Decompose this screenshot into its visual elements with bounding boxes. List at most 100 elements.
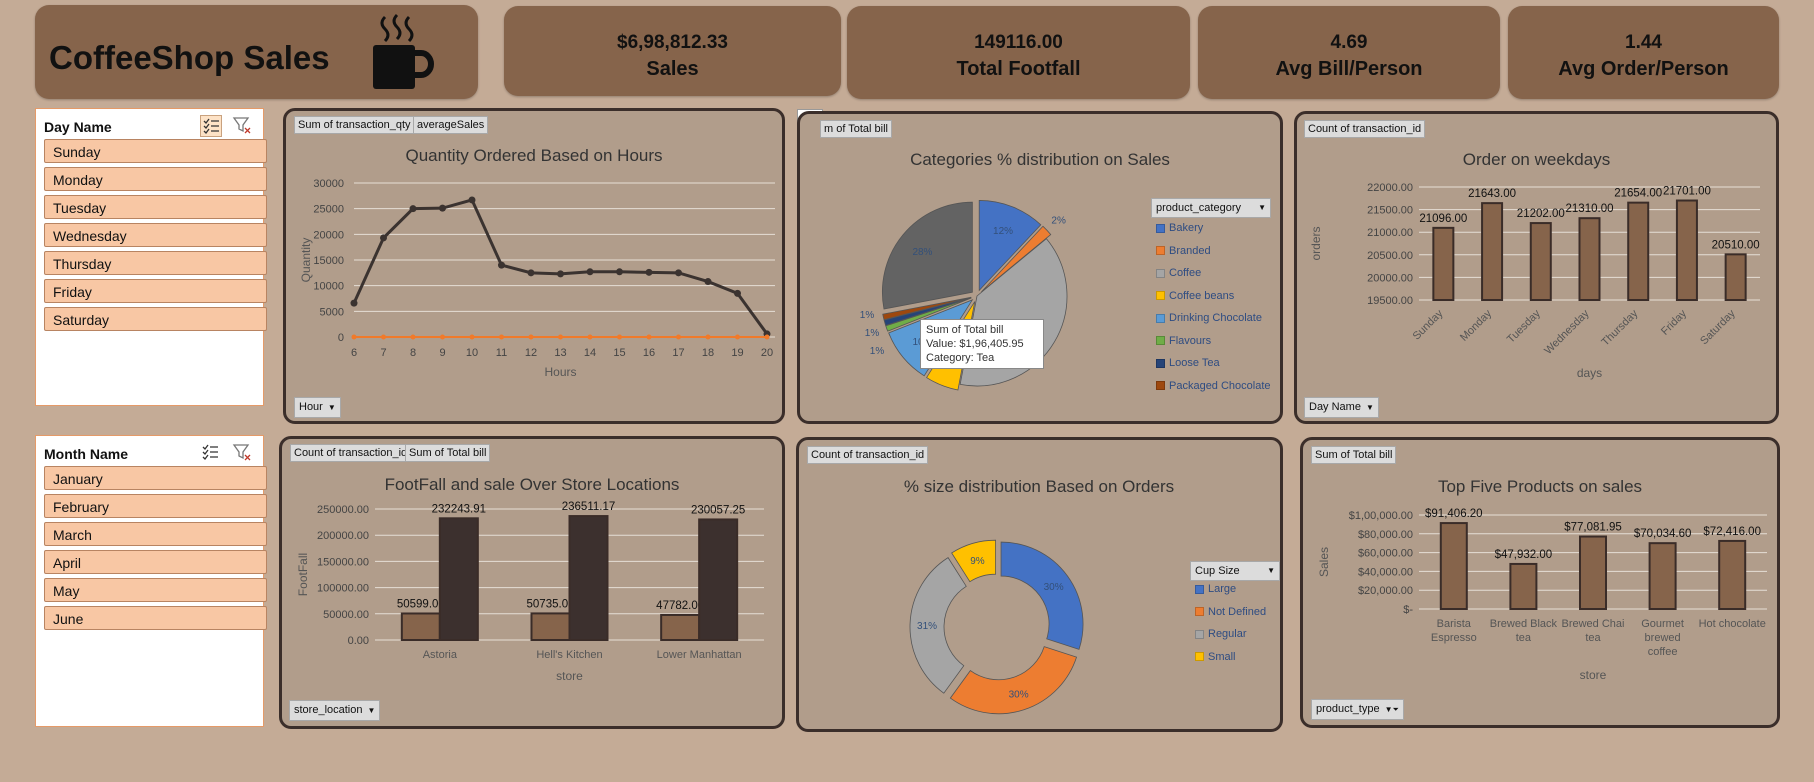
legend-label: Coffee [1169,267,1202,279]
legend-item[interactable]: Small [1195,651,1236,663]
bar-data-label: $91,406.20 [1425,508,1483,520]
month-slicer: Month Name January February March April May J… [35,435,267,727]
x-tick-label: 15 [613,347,625,359]
legend-label: Coffee beans [1169,289,1235,302]
y-tick-label: 0.00 [348,635,369,647]
x-tick-label: 13 [554,347,566,359]
x-tick-label: 6 [351,347,357,359]
bar [1718,539,1747,610]
y-tick-label: $40,000.00 [1358,566,1413,578]
bar-data-label: 20510.00 [1712,239,1760,251]
data-point [704,278,712,286]
month-slicer-item[interactable]: February [44,494,267,518]
y-tick-label: $1,00,000.00 [1349,510,1413,522]
legend-item[interactable]: Regular [1195,628,1247,640]
weekdays-bar-chart: 19500.00 20000.00 20500.00 21000.00 21500.00… [1309,182,1760,380]
y-tick-label: 20500.00 [1367,250,1413,262]
pie-data-label: 28% [912,247,932,258]
categories-pie-chart: 12%2%39%6%10%1%1%1%28% [860,200,1068,391]
products-bar-chart: $- $20,000.00 $40,000.00 $60,000.00 $80,000.… [1317,508,1767,682]
data-point [528,334,534,340]
donut-data-label: 30% [1009,690,1029,701]
multi-select-icon[interactable] [200,115,222,137]
legend-swatch [1156,246,1165,256]
chevron-down-icon: ▼ [367,706,376,715]
x-tick-label: Espresso [1431,632,1477,644]
x-axis-label: store [1580,668,1607,682]
day-slicer-item[interactable]: Saturday [44,307,267,331]
legend-label: Drinking Chocolate [1169,312,1262,324]
legend-swatch [1195,607,1204,617]
bar-data-label: 21310.00 [1566,203,1614,215]
day-slicer-item[interactable]: Friday [44,279,267,303]
y-tick-label: 0 [338,332,344,344]
month-slicer-item[interactable]: March [44,522,267,546]
store-filter-dropdown[interactable]: store_location ▼ [289,700,381,721]
bar [1439,522,1468,610]
chevron-down-icon: ▼ [1258,203,1266,212]
month-slicer-item[interactable]: January [44,466,267,490]
legend-item[interactable]: Branded [1156,245,1211,257]
hour-filter-dropdown[interactable]: Hour ▼ [294,397,341,418]
bar-data-label: 232243.91 [432,503,486,515]
chevron-down-icon: ▼ [1365,403,1374,412]
legend-item[interactable]: Large [1195,583,1236,595]
legend-item[interactable]: Coffee beans [1156,290,1234,302]
day-slicer-item[interactable]: Thursday [44,251,267,275]
x-tick-label: Brewed Black [1490,618,1558,630]
bar-data-label: 50599.00 [397,598,445,610]
product-type-filter-label: product_type [1316,703,1380,715]
dashboard-title: CoffeeShop Sales [49,39,330,76]
bar [1648,542,1677,610]
legend-item[interactable]: Flavours [1156,335,1211,347]
legend-label: Branded [1169,244,1211,257]
day-slicer-header: Day Name [44,119,112,135]
multi-select-icon[interactable] [200,442,220,462]
month-slicer-item[interactable]: May [44,578,267,602]
day-slicer-item[interactable]: Tuesday [44,195,267,219]
legend-item[interactable]: Packaged Chocolate [1156,380,1271,392]
y-tick-label: $60,000.00 [1358,548,1413,560]
legend-label: Small [1208,650,1236,663]
kpi-sales-label: Sales [646,58,699,80]
pie-data-label: 1% [870,346,885,357]
donut-data-label: 9% [970,556,985,567]
donut-data-label: 30% [1044,582,1064,593]
legend-item[interactable]: Coffee [1156,267,1201,279]
legend-swatch [1156,291,1165,301]
bar-data-label: 47782.00 [656,600,704,612]
y-tick-label: 20000.00 [1367,272,1413,284]
x-tick-label: 18 [702,347,714,359]
legend-item[interactable]: Not Defined [1195,606,1266,618]
bar-data-label: 230057.25 [691,504,745,516]
legend-item[interactable]: Bakery [1156,222,1203,234]
cupsize-filter-dropdown[interactable]: Cup Size ▼ [1190,561,1280,581]
month-slicer-item[interactable]: April [44,550,267,574]
dayname-filter-dropdown[interactable]: Day Name ▼ [1304,397,1379,418]
day-slicer-item[interactable]: Sunday [44,139,267,163]
category-filter-dropdown[interactable]: product_category ▼ [1151,198,1271,218]
data-point [734,289,741,297]
bar-data-label: 21654.00 [1614,188,1662,200]
x-tick-label: 11 [496,347,507,359]
clear-filter-icon[interactable] [232,442,252,462]
bar-data-label: 21643.00 [1468,188,1516,200]
clear-filter-icon[interactable] [232,115,252,135]
day-slicer-item[interactable]: Wednesday [44,223,267,247]
data-point [351,334,357,340]
legend-swatch [1195,629,1204,639]
kpi-bill-card: 4.69 Avg Bill/Person [1198,6,1500,99]
bar [530,612,571,641]
legend-item[interactable]: Drinking Chocolate [1156,312,1262,324]
category-filter-label: product_category [1156,202,1241,214]
legend-swatch [1156,268,1165,278]
product-type-filter-dropdown[interactable]: product_type ▼⏷ [1311,699,1404,720]
kpi-bill-value: 4.69 [1330,32,1368,53]
legend-item[interactable]: Loose Tea [1156,357,1220,369]
donut-slice [949,646,1078,715]
data-point [705,334,711,340]
month-slicer-item[interactable]: June [44,606,267,630]
day-slicer-item[interactable]: Monday [44,167,267,191]
x-tick-label: brewed [1645,632,1681,644]
bar-data-label: $77,081.95 [1564,522,1622,534]
